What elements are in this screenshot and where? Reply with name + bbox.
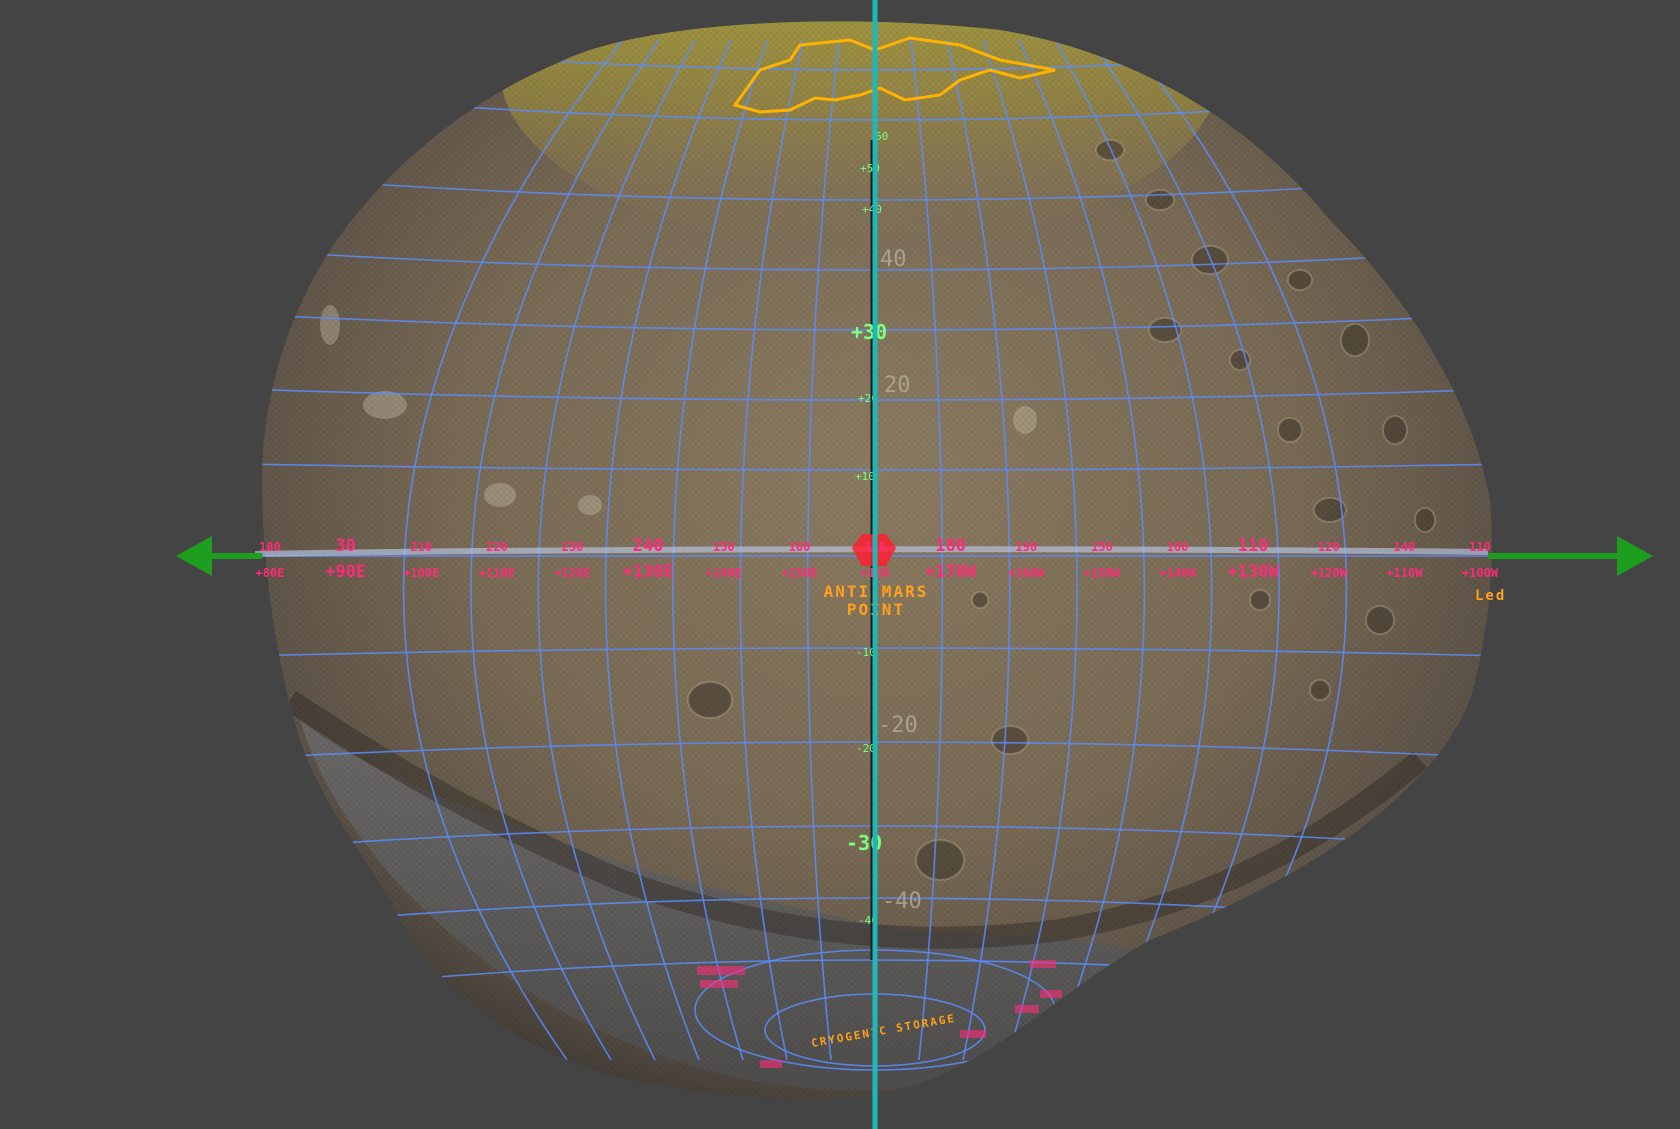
- ghost-label-m40: -40: [882, 889, 922, 914]
- longitude-label-bottom: +150E: [781, 566, 817, 580]
- lat-label-p10: +10: [855, 470, 875, 483]
- longitude-label-top: 220: [486, 540, 508, 554]
- longitude-label-bottom: +140E: [706, 566, 742, 580]
- longitude-label-top: 140: [1394, 540, 1416, 554]
- longitude-label-top: 30: [335, 536, 355, 556]
- longitude-label-top: 110: [1238, 536, 1269, 556]
- longitude-label-bottom: +80E: [256, 566, 285, 580]
- axis-arrow-left-icon[interactable]: [176, 536, 212, 576]
- longitude-label-top: 150: [1091, 540, 1113, 554]
- longitude-label-bottom: +120W: [1311, 566, 1348, 580]
- longitude-label-top: 160: [789, 540, 811, 554]
- longitude-label-top: 160: [1167, 540, 1189, 554]
- longitude-label-bottom: +130E: [623, 562, 674, 582]
- longitude-label-bottom: +90E: [325, 562, 366, 582]
- longitude-label-bottom: +150W: [1084, 566, 1121, 580]
- lat-label-p40: +40: [862, 203, 882, 216]
- right-edge-label: Led: [1475, 588, 1506, 604]
- longitude-label-bottom: +100W: [1462, 566, 1499, 580]
- lat-label-p30: +30: [851, 320, 887, 344]
- longitude-label-bottom: +100E: [403, 566, 439, 580]
- ghost-label-20: 20: [884, 373, 911, 398]
- longitude-label-top: 210: [410, 540, 432, 554]
- longitude-label-top: 230: [562, 540, 584, 554]
- longitude-label-top: 180: [935, 536, 966, 556]
- axis-arrow-right-icon[interactable]: [1617, 536, 1653, 576]
- moon-body: [262, 21, 1492, 1100]
- longitude-label-bottom: +160W: [1008, 566, 1045, 580]
- longitude-label-top: 150: [713, 540, 735, 554]
- longitude-label-bottom: +110E: [479, 566, 515, 580]
- longitude-label-bottom: +130W: [1228, 562, 1280, 582]
- longitude-label-bottom: +170W: [925, 562, 977, 582]
- longitude-label-top: 240: [633, 536, 664, 556]
- longitude-label-bottom: +140W: [1159, 566, 1196, 580]
- longitude-label-bottom: +120E: [554, 566, 590, 580]
- 3d-viewport[interactable]: 60 +50 +40 +30 +20 +10 -10 -20 -30 -40 4…: [0, 0, 1680, 1129]
- longitude-label-top: 180: [259, 540, 281, 554]
- longitude-label-top: 120: [1318, 540, 1340, 554]
- longitude-label-top: 110: [1469, 540, 1491, 554]
- ghost-label-m20: -20: [878, 713, 918, 738]
- ghost-label-40: 40: [880, 247, 907, 272]
- longitude-label-bottom: +110W: [1386, 566, 1423, 580]
- longitude-label-top: 190: [1015, 540, 1037, 554]
